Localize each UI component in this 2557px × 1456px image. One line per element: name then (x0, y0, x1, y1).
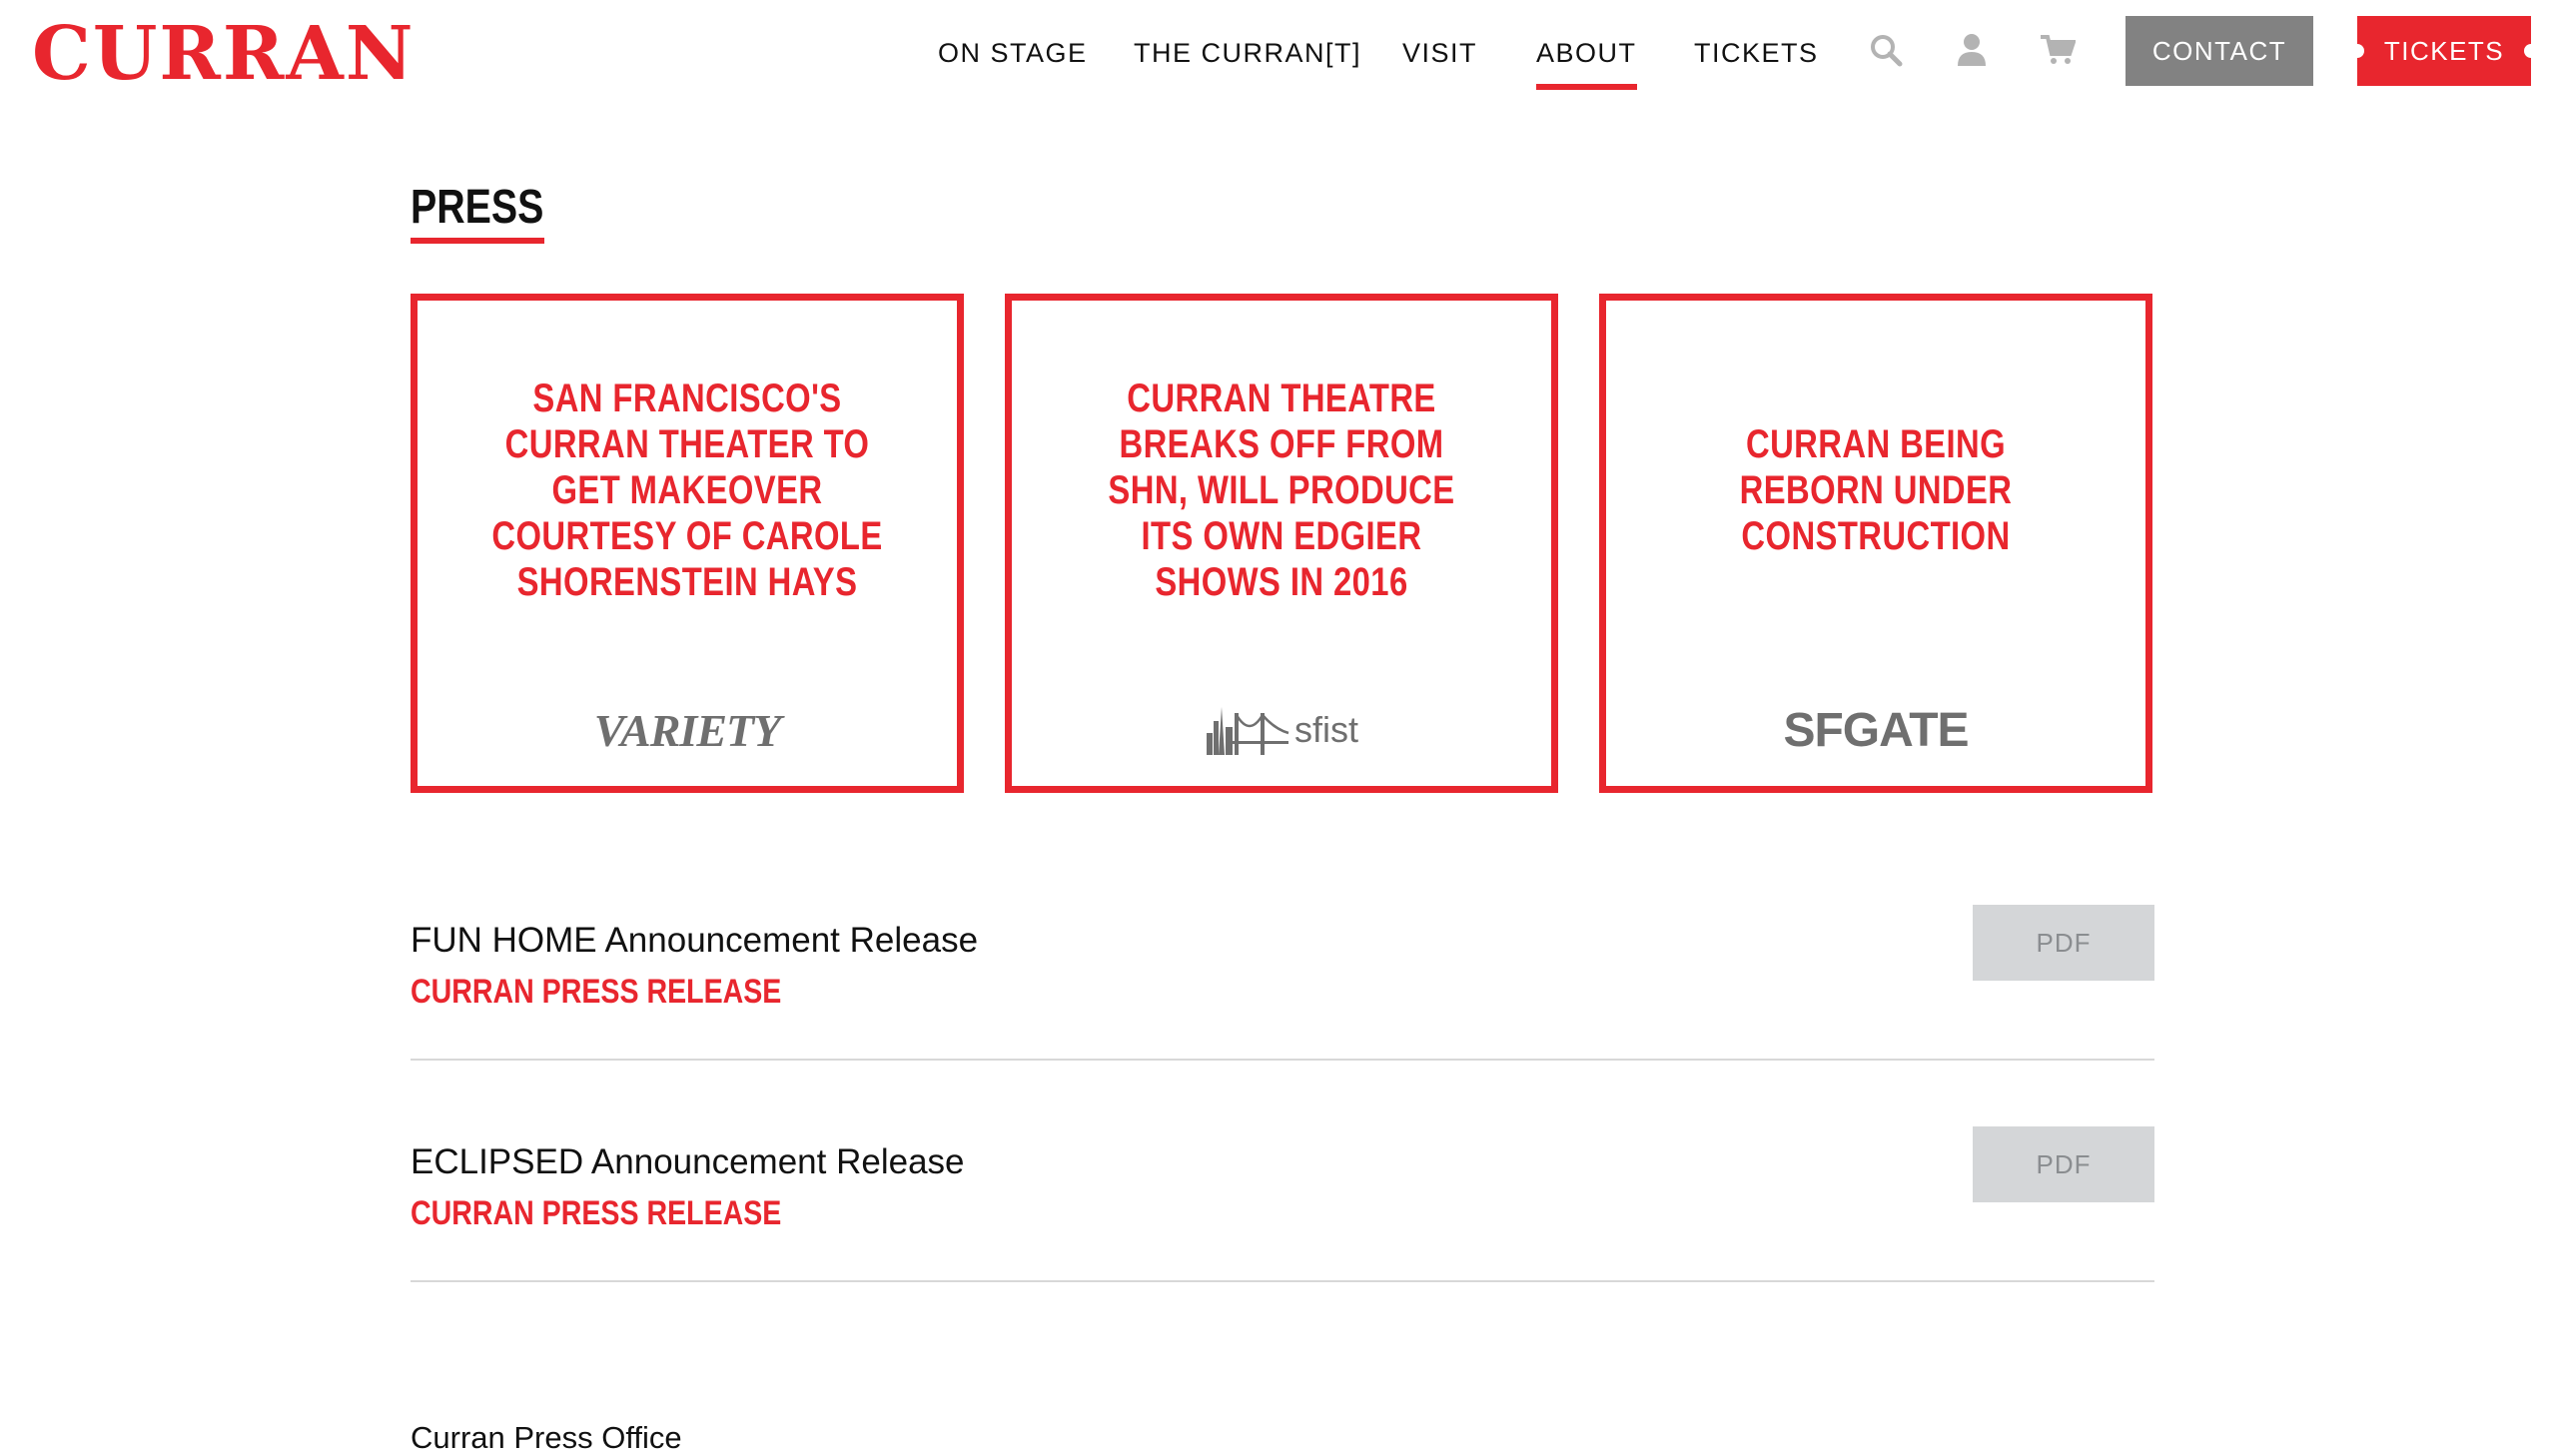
user-icon[interactable] (1952, 30, 1992, 70)
title-underline (411, 238, 544, 244)
release-source[interactable]: CURRAN PRESS RELEASE (411, 973, 781, 1012)
pdf-button[interactable]: PDF (1973, 905, 2154, 981)
nav-tickets[interactable]: TICKETS (1694, 38, 1819, 69)
press-card-sfist[interactable]: CURRAN THEATRE BREAKS OFF FROM SHN, WILL… (1005, 294, 1558, 793)
divider (411, 1059, 2154, 1061)
card-headline: CURRAN BEING REBORN UNDER CONSTRUCTION (1739, 422, 2013, 558)
contact-button[interactable]: CONTACT (2126, 16, 2313, 86)
variety-logo: VARIETY (593, 704, 781, 756)
tickets-button[interactable]: TICKETS (2350, 16, 2538, 86)
nav-on-stage[interactable]: ON STAGE (938, 38, 1088, 69)
pdf-button[interactable]: PDF (1973, 1126, 2154, 1202)
press-office-heading: Curran Press Office (411, 1420, 682, 1455)
card-headline: CURRAN THEATRE BREAKS OFF FROM SHN, WILL… (1108, 376, 1455, 604)
skyline-icon (1206, 707, 1289, 755)
curran-logo[interactable]: CURRAN (32, 14, 415, 94)
nav-the-currant[interactable]: THE CURRAN[T] (1134, 38, 1361, 69)
divider (411, 1280, 2154, 1282)
cart-icon[interactable] (2038, 30, 2078, 70)
sfgate-logo: SFGATE (1783, 703, 1969, 757)
release-title: FUN HOME Announcement Release (411, 921, 979, 960)
site-header: CURRAN ON STAGE THE CURRAN[T] VISIT ABOU… (0, 0, 2557, 110)
search-icon[interactable] (1866, 30, 1906, 70)
nav-visit[interactable]: VISIT (1402, 38, 1477, 69)
sfist-logo: sfist (1012, 700, 1551, 760)
press-card-variety[interactable]: SAN FRANCISCO'S CURRAN THEATER TO GET MA… (411, 294, 964, 793)
card-headline: SAN FRANCISCO'S CURRAN THEATER TO GET MA… (491, 376, 883, 604)
nav-about[interactable]: ABOUT (1536, 38, 1637, 90)
page-title: PRESS (411, 181, 544, 234)
release-title: ECLIPSED Announcement Release (411, 1142, 965, 1181)
press-card-sfgate[interactable]: CURRAN BEING REBORN UNDER CONSTRUCTION S… (1599, 294, 2152, 793)
release-source[interactable]: CURRAN PRESS RELEASE (411, 1194, 781, 1233)
